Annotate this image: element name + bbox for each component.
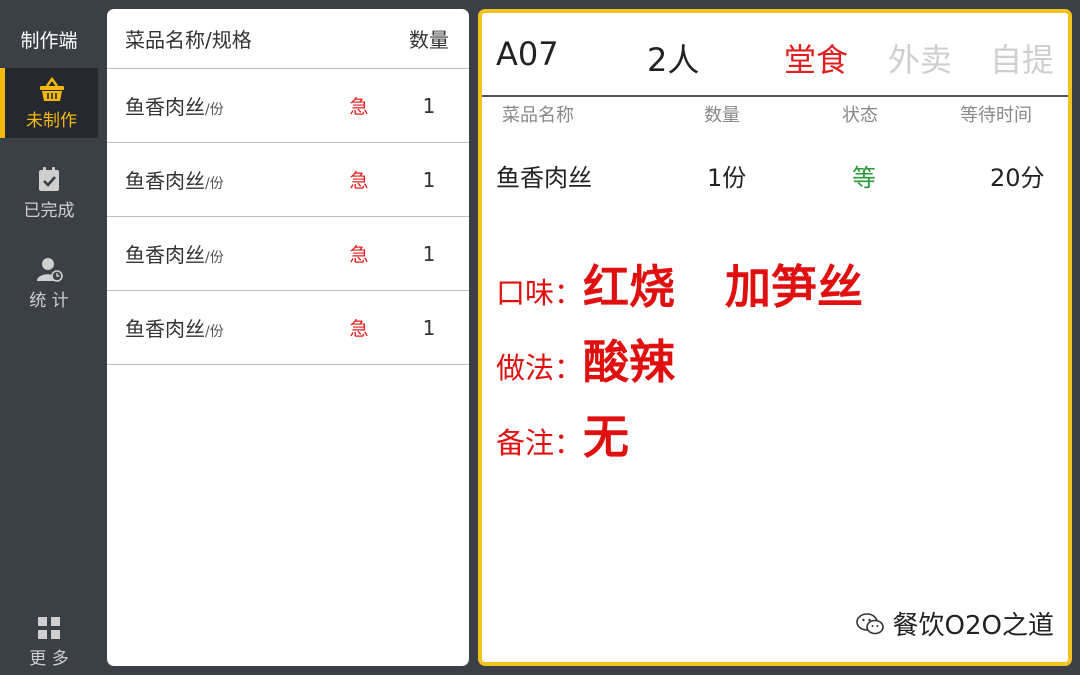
status-badge: 等	[852, 164, 876, 192]
column-header-wait: 等待时间	[960, 105, 1032, 126]
calendar-check-icon	[39, 166, 59, 191]
dish-qty: 1份	[707, 164, 747, 192]
nav-item-completed[interactable]: 已完成	[0, 158, 98, 228]
taste-line: 口味： 红烧 加笋丝	[496, 251, 913, 317]
wait-time: 20分	[990, 164, 1045, 192]
dish-qty: 1	[422, 167, 436, 192]
sidebar: 制作端 未制作 已完成 统 计 更 多	[0, 0, 98, 675]
nav-item-label: 更 多	[29, 648, 69, 669]
taste-value: 加笋丝	[725, 260, 864, 314]
urgent-badge: 急	[349, 96, 369, 118]
dish-qty: 1	[422, 315, 436, 340]
nav-item-pending[interactable]: 未制作	[0, 68, 98, 138]
list-item[interactable]: 鱼香肉丝/份 急 1	[107, 143, 469, 217]
watermark-text: 餐饮O2O之道	[892, 611, 1054, 641]
grid-icon	[38, 616, 60, 639]
urgent-badge: 急	[349, 244, 369, 266]
detail-item-row: 鱼香肉丝 1份 等 20分	[482, 158, 1068, 198]
method-label: 做法：	[496, 351, 584, 385]
list-item[interactable]: 鱼香肉丝/份 急 1	[107, 69, 469, 143]
detail-column-headers: 菜品名称 数量 状态 等待时间	[482, 101, 1068, 135]
dish-name: 鱼香肉丝	[125, 95, 205, 119]
tab-pickup[interactable]: 自提	[990, 35, 1054, 81]
taste-value: 红烧	[583, 260, 676, 314]
dish-unit: /份	[205, 102, 224, 118]
dish-qty: 1	[422, 93, 436, 118]
nav-item-stats[interactable]: 统 计	[0, 248, 98, 318]
column-header-status: 状态	[842, 105, 878, 126]
urgent-badge: 急	[349, 170, 369, 192]
dish-unit: /份	[205, 324, 224, 340]
dish-name: 鱼香肉丝	[125, 243, 205, 267]
user-stats-icon	[37, 257, 63, 282]
order-header: A07 2人 堂食 外卖 自提	[482, 13, 1068, 97]
nav-item-label: 未制作	[26, 110, 77, 131]
nav-item-more[interactable]: 更 多	[0, 612, 98, 672]
nav-item-label: 统 计	[29, 290, 69, 311]
dish-unit: /份	[205, 250, 224, 266]
note-value: 无	[583, 410, 630, 464]
dish-name: 鱼香肉丝	[496, 164, 592, 192]
order-list-panel: 菜品名称/规格 数量 鱼香肉丝/份 急 1 鱼香肉丝/份 急 1 鱼香肉丝/份 …	[107, 9, 469, 666]
wechat-icon	[855, 612, 884, 634]
taste-label: 口味：	[496, 276, 584, 310]
column-header-name: 菜品名称	[502, 105, 574, 126]
list-item[interactable]: 鱼香肉丝/份 急 1	[107, 291, 469, 365]
list-item[interactable]: 鱼香肉丝/份 急 1	[107, 217, 469, 291]
column-header-qty: 数量	[409, 28, 449, 52]
dish-unit: /份	[205, 176, 224, 192]
watermark: 餐饮O2O之道	[855, 605, 1054, 642]
tab-dine-in[interactable]: 堂食	[784, 35, 848, 81]
basket-icon	[39, 76, 64, 101]
tab-delivery[interactable]: 外卖	[888, 35, 952, 81]
table-number: A07	[496, 35, 559, 73]
method-value: 酸辣	[583, 335, 676, 389]
column-header-qty: 数量	[704, 105, 740, 126]
note-line: 备注： 无	[496, 401, 679, 467]
app-title: 制作端	[20, 30, 78, 52]
dish-name: 鱼香肉丝	[125, 317, 205, 341]
guest-count: 2人	[647, 41, 700, 79]
dish-qty: 1	[422, 241, 436, 266]
dish-name: 鱼香肉丝	[125, 169, 205, 193]
note-label: 备注：	[496, 426, 584, 460]
urgent-badge: 急	[349, 318, 369, 340]
column-header-name: 菜品名称/规格	[125, 28, 252, 52]
nav-item-label: 已完成	[23, 200, 75, 221]
order-list-header: 菜品名称/规格 数量	[107, 9, 469, 69]
method-line: 做法： 酸辣	[496, 326, 725, 392]
order-detail-panel: A07 2人 堂食 外卖 自提 菜品名称 数量 状态 等待时间 鱼香肉丝 1份 …	[478, 9, 1072, 666]
